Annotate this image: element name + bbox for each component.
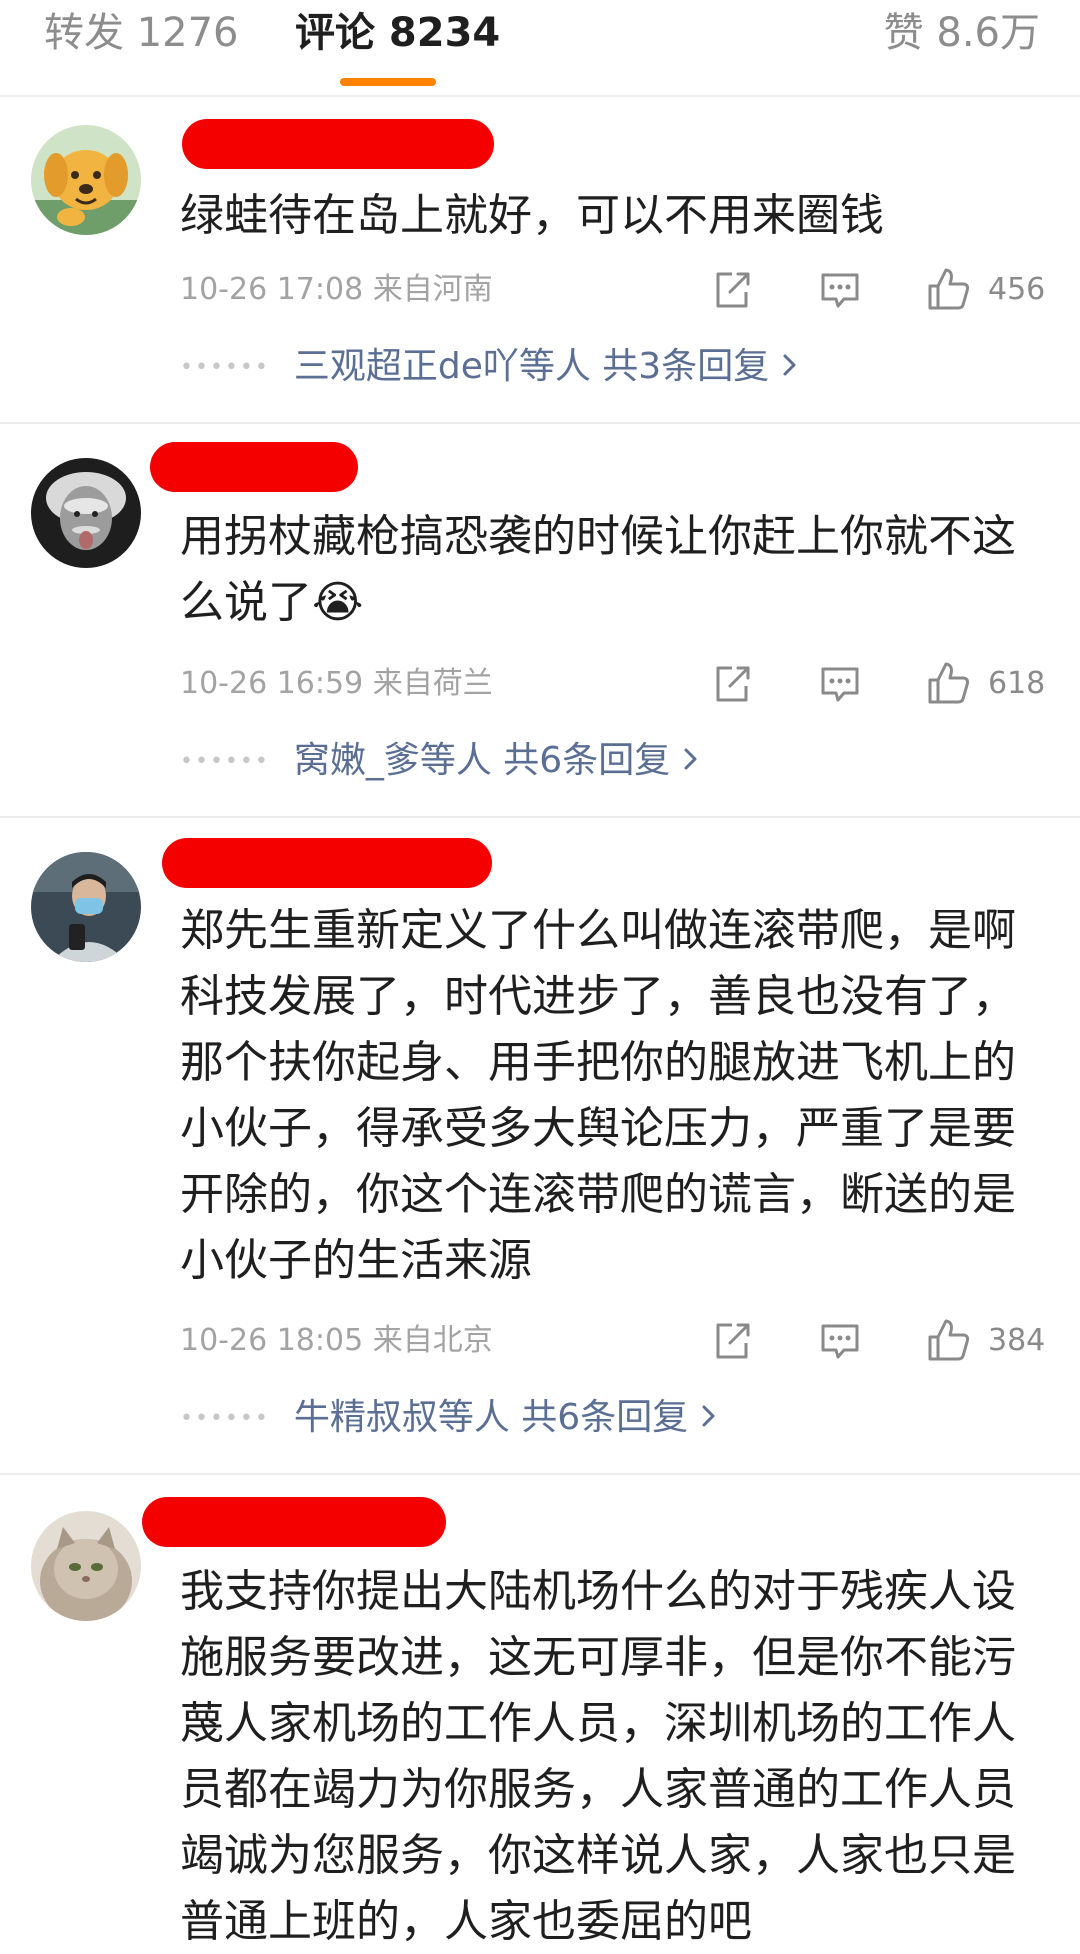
comment-icon[interactable] xyxy=(818,1319,862,1363)
like-count: 456 xyxy=(988,272,1046,307)
cartoon-dog-avatar xyxy=(31,125,141,235)
redacted-username xyxy=(150,442,358,492)
replies-link[interactable]: •••••• 窝嫩_爹等人 共6条回复 xyxy=(180,736,700,786)
avatar[interactable] xyxy=(31,125,141,235)
comment-text: 郑先生重新定义了什么叫做连滚带爬，是啊科技发展了，时代进步了，善良也没有了，那个… xyxy=(180,905,1016,1286)
persian-cat-avatar xyxy=(31,1511,141,1621)
tab-like[interactable]: 赞 8.6万 xyxy=(884,8,1040,58)
comment-meta: 10-26 18:05 来自北京 xyxy=(180,1323,493,1358)
comment-text: 绿蛙待在岛上就好，可以不用来圈钱 xyxy=(180,190,884,241)
like-count: 384 xyxy=(988,1323,1046,1358)
redacted-username xyxy=(142,1497,446,1547)
dots-icon: •••••• xyxy=(180,355,270,380)
share-icon[interactable] xyxy=(710,268,754,312)
einstein-photo-avatar xyxy=(31,458,141,568)
replies-summary: 窝嫩_爹等人 共6条回复 xyxy=(293,740,671,781)
comment-item: 郑先生重新定义了什么叫做连滚带爬，是啊科技发展了，时代进步了，善良也没有了，那个… xyxy=(0,818,1080,1473)
chevron-right-icon xyxy=(682,736,700,786)
like-icon[interactable] xyxy=(926,660,972,704)
redacted-username xyxy=(182,119,494,169)
replies-summary: 三观超正de吖等人 共3条回复 xyxy=(293,346,770,387)
comment-meta: 10-26 17:08 来自河南 xyxy=(180,272,493,307)
chevron-right-icon xyxy=(700,1393,718,1443)
replies-link[interactable]: •••••• 三观超正de吖等人 共3条回复 xyxy=(180,342,799,392)
dots-icon: •••••• xyxy=(180,1406,270,1431)
redacted-username xyxy=(162,838,492,888)
like-icon[interactable] xyxy=(926,266,972,310)
chevron-right-icon xyxy=(781,342,799,392)
active-tab-indicator xyxy=(340,78,436,86)
avatar[interactable] xyxy=(31,852,141,962)
comment-text: 我支持你提出大陆机场什么的对于残疾人设施服务要改进，这无可厚非，但是你不能污蔑人… xyxy=(180,1566,1016,1947)
comment-item: 绿蛙待在岛上就好，可以不用来圈钱 10-26 17:08 来自河南 456 ••… xyxy=(0,95,1080,422)
tab-repost[interactable]: 转发 1276 xyxy=(44,8,239,58)
avatar[interactable] xyxy=(31,458,141,568)
tab-comment[interactable]: 评论 8234 xyxy=(295,8,500,58)
like-count: 618 xyxy=(988,666,1046,701)
comment-icon[interactable] xyxy=(818,662,862,706)
masked-selfie-avatar xyxy=(31,852,141,962)
comment-item: 我支持你提出大陆机场什么的对于残疾人设施服务要改进，这无可厚非，但是你不能污蔑人… xyxy=(0,1475,1080,1954)
share-icon[interactable] xyxy=(710,662,754,706)
comment-meta: 10-26 16:59 来自荷兰 xyxy=(180,666,493,701)
comment-icon[interactable] xyxy=(818,268,862,312)
dots-icon: •••••• xyxy=(180,749,270,774)
replies-link[interactable]: •••••• 牛精叔叔等人 共6条回复 xyxy=(180,1393,718,1443)
avatar[interactable] xyxy=(31,1511,141,1621)
comment-item: 用拐杖藏枪搞恐袭的时候让你赶上你就不这么说了😭 10-26 16:59 来自荷兰… xyxy=(0,424,1080,816)
share-icon[interactable] xyxy=(710,1319,754,1363)
replies-summary: 牛精叔叔等人 共6条回复 xyxy=(293,1397,689,1438)
like-icon[interactable] xyxy=(926,1317,972,1361)
comment-tabs: 转发 1276 评论 8234 赞 8.6万 xyxy=(0,0,1080,97)
comment-text: 用拐杖藏枪搞恐袭的时候让你赶上你就不这么说了😭 xyxy=(180,511,1016,628)
